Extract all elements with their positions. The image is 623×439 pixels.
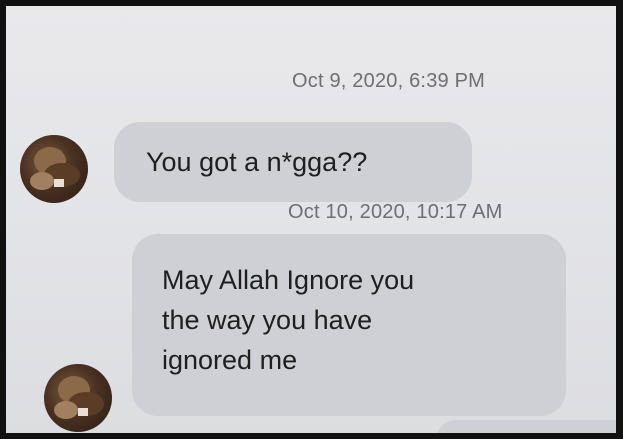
contact-avatar[interactable] [20,135,88,203]
partial-message-bubble [436,420,616,433]
message-text-line: May Allah Ignore you [162,265,415,295]
message-timestamp: Oct 10, 2020, 10:17 AM [288,201,503,223]
received-message-bubble[interactable]: May Allah Ignore you the way you have ig… [132,234,566,416]
message-text-line: the way you have [162,305,373,335]
message-text-line: ignored me [162,345,298,375]
chat-screen: Oct 9, 2020, 6:39 PM You got a n*gga?? O… [6,6,616,433]
message-timestamp: Oct 9, 2020, 6:39 PM [292,70,485,92]
message-text: You got a n*gga?? [146,147,368,177]
avatar-photo-icon [54,376,104,419]
contact-avatar[interactable] [44,364,112,432]
received-message-bubble[interactable]: You got a n*gga?? [114,122,472,202]
avatar-photo-icon [30,147,80,190]
